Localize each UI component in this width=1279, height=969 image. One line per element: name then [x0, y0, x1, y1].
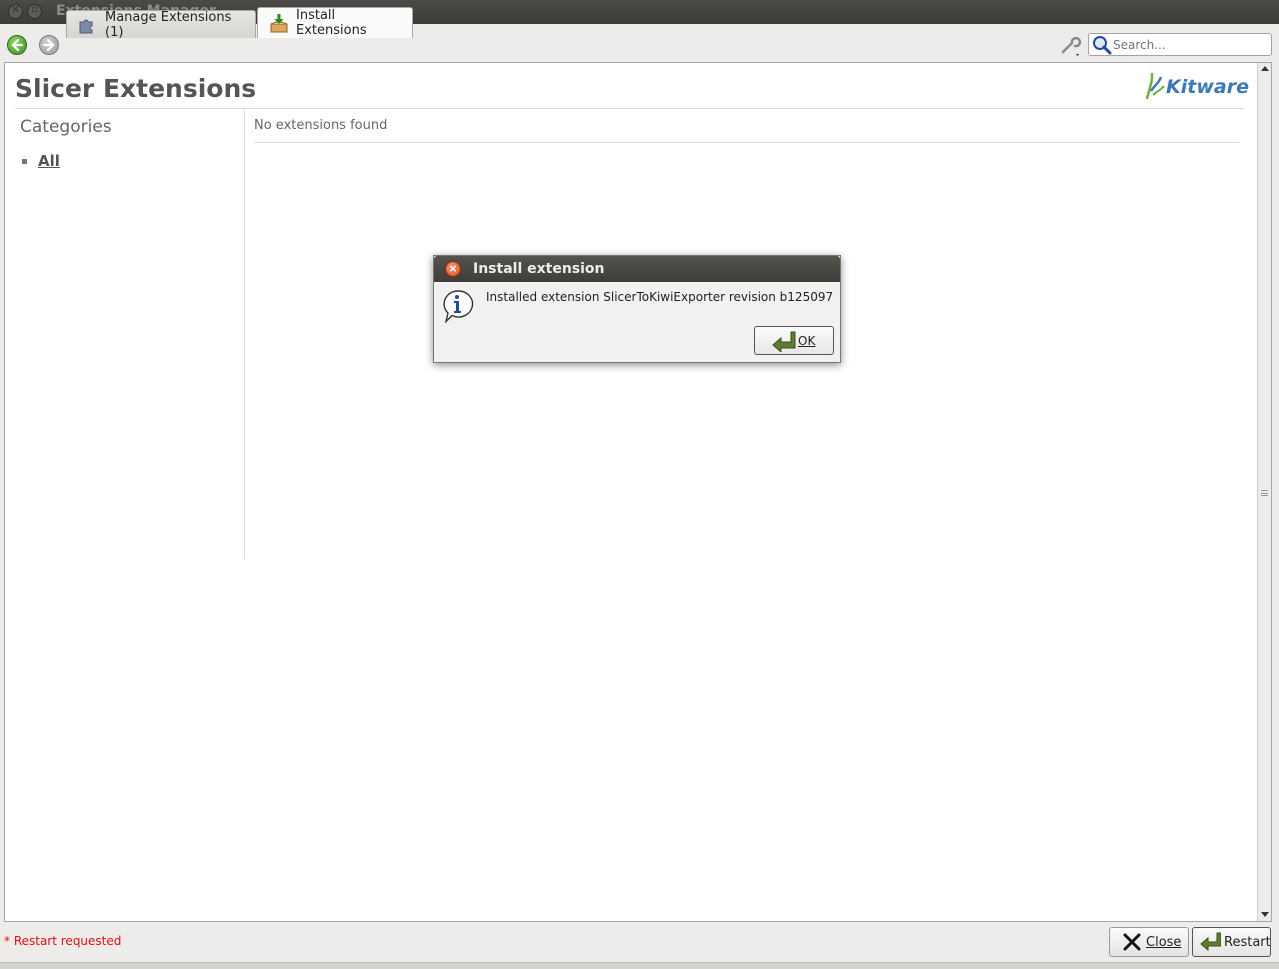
kitware-logo-text: Kitware [1166, 76, 1249, 98]
arrow-left-icon [11, 38, 24, 52]
divider [254, 142, 1239, 143]
bottom-strip [0, 962, 1279, 969]
kitware-leaf-icon [1145, 72, 1165, 100]
kitware-logo: Kitware [1143, 71, 1249, 101]
settings-wrench-button[interactable] [1060, 35, 1082, 57]
search-field[interactable] [1088, 33, 1272, 56]
extensions-content-panel: Slicer Extensions Kitware Categories All… [4, 62, 1272, 922]
close-icon: × [11, 4, 20, 15]
close-button[interactable]: Close [1109, 927, 1189, 957]
install-extension-dialog: × Install extension Installed extension … [433, 255, 841, 363]
ok-label: OK [798, 333, 816, 348]
back-button[interactable] [7, 35, 27, 55]
information-icon [442, 289, 474, 324]
install-box-icon [268, 13, 290, 33]
maximize-icon: ▫ [31, 4, 38, 15]
close-label: Close [1146, 934, 1182, 950]
page-title: Slicer Extensions [15, 74, 257, 103]
empty-message: No extensions found [254, 118, 388, 133]
ok-button[interactable]: OK [754, 326, 834, 355]
search-input[interactable] [1113, 37, 1263, 52]
vertical-scrollbar[interactable] [1257, 63, 1271, 921]
dialog-title-bar: × Install extension [434, 256, 840, 282]
window-close-button[interactable]: × [8, 4, 23, 19]
scroll-down-icon[interactable] [1261, 912, 1269, 917]
scroll-up-icon[interactable] [1261, 66, 1269, 71]
dialog-message: Installed extension SlicerToKiwiExporter… [486, 290, 834, 304]
dialog-close-button[interactable]: × [445, 261, 461, 277]
search-icon [1091, 35, 1113, 55]
forward-button[interactable] [39, 35, 59, 55]
close-icon: × [448, 262, 458, 275]
categories-panel: Categories All [5, 109, 245, 559]
tab-manage-extensions[interactable]: Manage Extensions (1) [66, 9, 256, 40]
dialog-title: Install extension [473, 261, 605, 277]
restart-label: Restart [1224, 934, 1271, 950]
tab-install-extensions[interactable]: Install Extensions [257, 7, 413, 38]
tab-label: Manage Extensions (1) [105, 9, 232, 40]
categories-heading: Categories [20, 117, 112, 137]
ok-arrow-icon [771, 330, 797, 353]
restart-button[interactable]: Restart [1192, 927, 1271, 957]
restart-status: * Restart requested [4, 934, 122, 948]
arrow-right-icon [42, 38, 55, 52]
category-item-all[interactable]: All [22, 152, 60, 170]
puzzle-icon [77, 15, 99, 35]
scroll-grip-icon[interactable] [1261, 490, 1268, 496]
close-x-icon [1121, 931, 1143, 953]
tab-label: Install Extensions [296, 8, 367, 38]
wrench-icon [1061, 36, 1082, 56]
window-maximize-button[interactable]: ▫ [27, 4, 42, 19]
restart-arrow-icon [1199, 931, 1222, 953]
bullet-icon [22, 158, 27, 164]
category-link-all[interactable]: All [38, 152, 60, 170]
